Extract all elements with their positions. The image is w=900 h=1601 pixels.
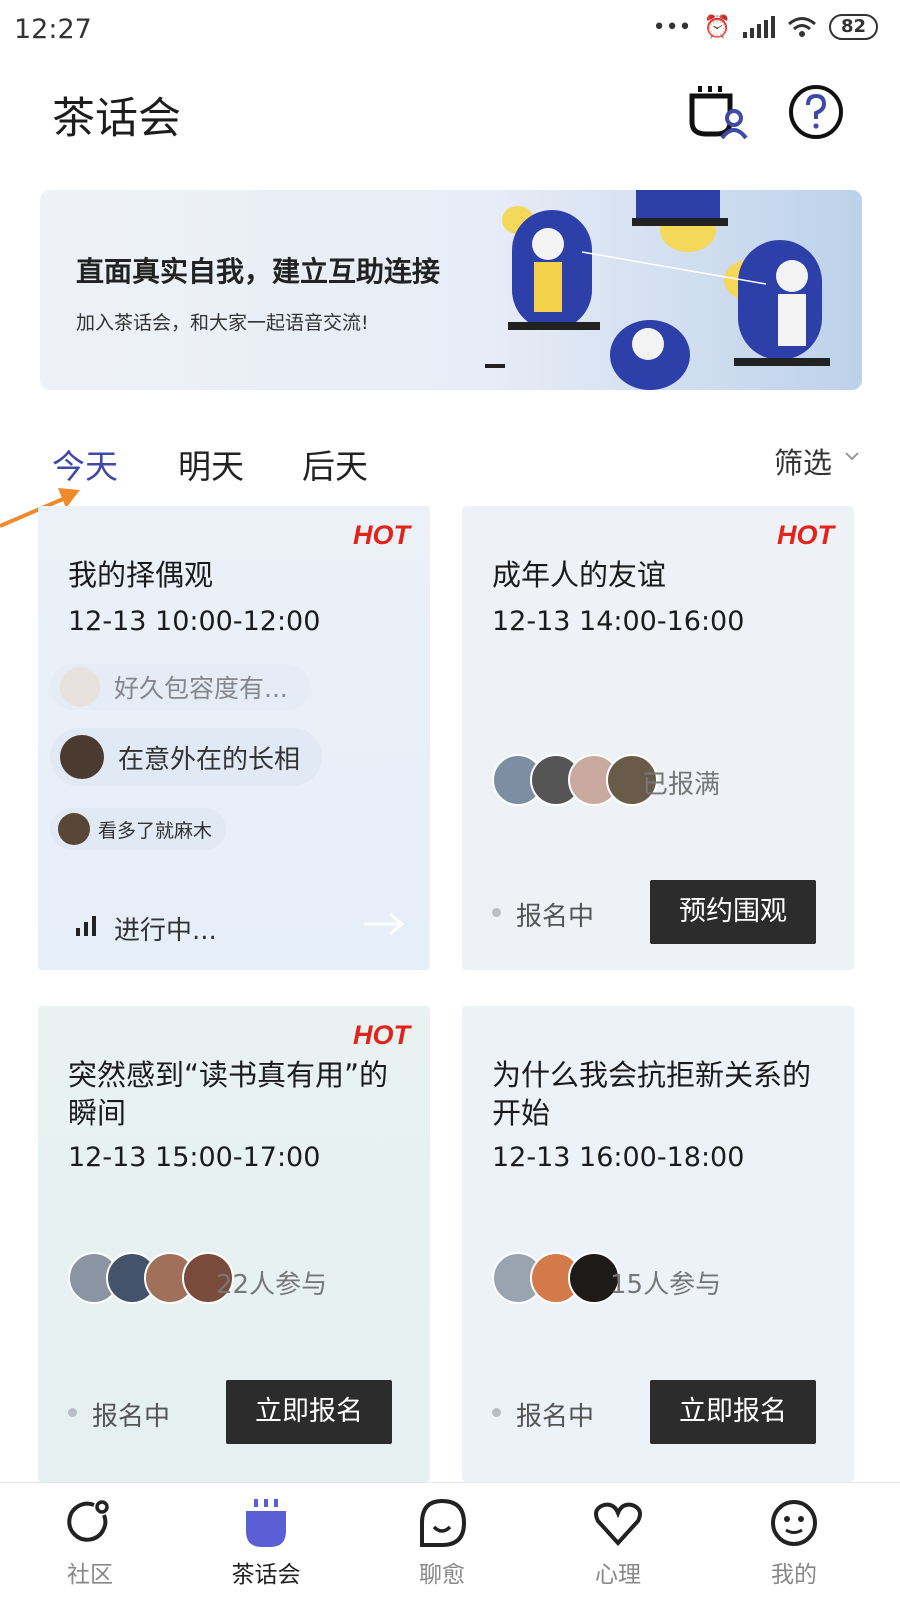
event-time: 12-13 15:00-17:00 [68, 1142, 321, 1173]
nav-label: 我的 [771, 1562, 817, 1588]
participant-avatars [492, 754, 658, 806]
page-title: 茶话会 [52, 94, 181, 144]
nav-profile[interactable]: 我的 [704, 1483, 884, 1601]
help-icon[interactable] [786, 82, 850, 146]
alarm-icon: ⏰ [703, 14, 731, 40]
participant-avatars [492, 1252, 620, 1304]
participant-count: 已报满 [642, 770, 721, 800]
nav-label: 茶话会 [231, 1562, 301, 1588]
hot-badge: HOT [777, 520, 834, 550]
wifi-icon [787, 17, 816, 37]
live-bars-icon [76, 916, 96, 936]
status-dot [492, 908, 501, 917]
avatar [60, 735, 104, 779]
banner[interactable]: 直面真实自我，建立互助连接 加入茶话会，和大家一起语音交流! [40, 190, 862, 390]
nav-community[interactable]: 社区 [0, 1483, 180, 1601]
event-card[interactable]: 为什么我会抗拒新关系的开始 12-13 16:00-18:00 15人参与 报名… [462, 1006, 854, 1482]
bottom-nav: 社区 茶话会 聊愈 心理 我的 [0, 1482, 900, 1601]
event-time: 12-13 10:00-12:00 [68, 606, 321, 637]
event-time: 12-13 16:00-18:00 [492, 1142, 745, 1173]
event-title: 突然感到“读书真有用”的瞬间 [68, 1058, 389, 1130]
tea-party-icon [246, 1499, 286, 1547]
comment-text: 在意外在的长相 [118, 744, 301, 775]
reserve-watch-button[interactable]: 预约围观 [650, 880, 816, 944]
tab-today[interactable]: 今天 [52, 440, 118, 488]
banner-illustration [502, 190, 830, 390]
register-now-button[interactable]: 立即报名 [226, 1380, 392, 1444]
nav-label: 聊愈 [419, 1562, 465, 1588]
comment-bubble: 看多了就麻木 [50, 808, 227, 850]
register-now-button[interactable]: 立即报名 [650, 1380, 816, 1444]
profile-face-icon [771, 1500, 817, 1546]
event-time: 12-13 14:00-16:00 [492, 606, 745, 637]
participant-count: 15人参与 [610, 1270, 722, 1300]
hot-badge: HOT [353, 1020, 410, 1050]
chevron-down-icon[interactable] [844, 448, 860, 464]
event-title: 我的择偶观 [68, 558, 214, 592]
signal-icon [742, 16, 775, 38]
event-status: 报名中 [92, 1402, 171, 1432]
nav-label: 社区 [67, 1562, 113, 1588]
heart-icon [594, 1502, 642, 1546]
status-time: 12:27 [14, 14, 92, 45]
banner-title: 直面真实自我，建立互助连接 [76, 255, 441, 288]
more-dots-icon: ••• [652, 14, 692, 40]
filter-button[interactable]: 筛选 [774, 440, 832, 482]
banner-subtitle: 加入茶话会，和大家一起语音交流! [76, 312, 369, 334]
hot-badge: HOT [353, 520, 410, 550]
avatar [58, 813, 90, 845]
participant-count: 22人参与 [216, 1270, 328, 1300]
comment-bubble: 好久包容度有... [50, 664, 310, 710]
comment-text: 看多了就麻木 [98, 819, 213, 842]
event-title: 成年人的友谊 [492, 558, 667, 592]
event-status: 报名中 [516, 1402, 595, 1432]
comment-text: 好久包容度有... [114, 674, 288, 703]
chat-heal-icon [420, 1498, 467, 1547]
carousel-indicator [485, 364, 505, 368]
comment-bubble: 在意外在的长相 [50, 728, 323, 786]
battery-indicator: 82 [828, 14, 878, 40]
participant-avatars [68, 1252, 234, 1304]
avatar [60, 667, 100, 707]
nav-psychology[interactable]: 心理 [528, 1483, 708, 1601]
status-dot [68, 1408, 77, 1417]
event-status: 进行中... [114, 916, 217, 946]
event-card[interactable]: HOT 成年人的友谊 12-13 14:00-16:00 已报满 报名中 预约围… [462, 506, 854, 970]
nav-chat-heal[interactable]: 聊愈 [352, 1483, 532, 1601]
event-status: 报名中 [516, 902, 595, 932]
event-card[interactable]: HOT 我的择偶观 12-13 10:00-12:00 好久包容度有... 在意… [38, 506, 430, 970]
tab-tomorrow[interactable]: 明天 [178, 440, 244, 488]
event-title: 为什么我会抗拒新关系的开始 [492, 1058, 812, 1130]
nav-tea-party[interactable]: 茶话会 [176, 1483, 356, 1601]
cup-user-icon[interactable] [686, 82, 750, 146]
tab-day-after-tomorrow[interactable]: 后天 [302, 440, 368, 488]
community-icon [67, 1500, 109, 1542]
status-icons: ••• ⏰ 82 [653, 14, 878, 40]
event-card[interactable]: HOT 突然感到“读书真有用”的瞬间 12-13 15:00-17:00 22人… [38, 1006, 430, 1482]
nav-label: 心理 [595, 1562, 641, 1588]
arrow-right-icon[interactable] [364, 912, 404, 936]
status-dot [492, 1408, 501, 1417]
